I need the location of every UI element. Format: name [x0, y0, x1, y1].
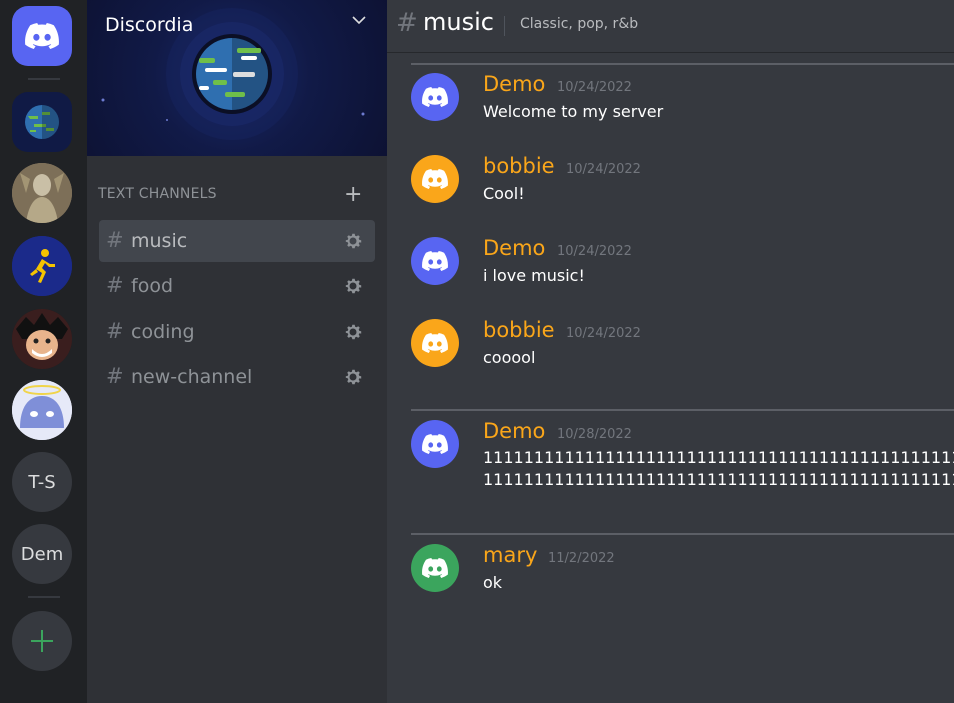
channel-panel: Discordia TEXT CHANNELS + # music # food… [87, 0, 387, 703]
hash-icon: # [106, 228, 124, 252]
server-running-man[interactable] [12, 236, 72, 296]
channel-name: music [131, 230, 188, 252]
discord-logo-icon [422, 169, 448, 189]
avatar[interactable] [411, 420, 459, 468]
message-timestamp: 10/28/2022 [557, 427, 632, 442]
gear-icon[interactable] [343, 231, 363, 251]
message-content: i love music! [483, 266, 585, 285]
chevron-down-icon[interactable] [351, 14, 367, 26]
message-content: 1111111111111111111111111111111111111111… [483, 447, 954, 491]
avatar[interactable] [411, 73, 459, 121]
message: Demo 10/28/2022 111111111111111111111111… [411, 420, 954, 500]
server-earth[interactable] [12, 92, 72, 152]
server-ts[interactable]: T-S [12, 452, 72, 512]
channel-name: coding [131, 321, 195, 343]
message-divider [411, 409, 954, 411]
channel-name: food [131, 275, 173, 297]
channel-header: # music Classic, pop, r&b [387, 0, 954, 53]
hash-icon: # [106, 319, 124, 343]
running-man-server-icon [12, 236, 72, 296]
server-rail: T-S Dem [0, 0, 87, 703]
hash-icon: # [396, 8, 418, 38]
channel-item-coding[interactable]: # coding [99, 311, 375, 353]
message-timestamp: 10/24/2022 [557, 244, 632, 259]
chat-area: # music Classic, pop, r&b Demo 10/24/202… [387, 0, 954, 703]
hash-icon: # [106, 273, 124, 297]
home-button[interactable] [12, 6, 72, 66]
avatar[interactable] [411, 155, 459, 203]
message-content: Welcome to my server [483, 102, 664, 121]
header-divider [504, 16, 505, 36]
channel-name: new-channel [131, 366, 253, 388]
server-banner: Discordia [87, 0, 387, 156]
server-anime[interactable] [12, 309, 72, 369]
message-author[interactable]: bobbie [483, 154, 555, 178]
avatar[interactable] [411, 319, 459, 367]
rail-divider [28, 596, 60, 598]
message-author[interactable]: Demo [483, 72, 545, 96]
server-name[interactable]: Discordia [105, 14, 193, 36]
message-author[interactable]: Demo [483, 420, 545, 443]
avatar[interactable] [411, 237, 459, 285]
server-dem[interactable]: Dem [12, 524, 72, 584]
channel-item-music[interactable]: # music [99, 220, 375, 262]
message-content: Cool! [483, 184, 525, 203]
message-content: cooool [483, 348, 536, 367]
message-divider [411, 533, 954, 535]
message-line: 1111111111111111111111111111111111111111… [483, 470, 954, 489]
discord-logo-icon [422, 558, 448, 578]
anime-face-server-icon [12, 309, 72, 369]
message-content: ok [483, 573, 503, 592]
add-server-button[interactable] [12, 611, 72, 671]
avatar[interactable] [411, 544, 459, 592]
server-statue[interactable] [12, 163, 72, 223]
message-divider [411, 63, 954, 65]
text-channels-header[interactable]: TEXT CHANNELS [98, 186, 217, 202]
message-author[interactable]: mary [483, 543, 537, 567]
server-discord-halo[interactable] [12, 380, 72, 440]
message-timestamp: 10/24/2022 [566, 162, 641, 177]
channel-title: music [423, 8, 494, 36]
stone-statue-server-icon [12, 163, 72, 223]
discord-logo-icon [422, 333, 448, 353]
message-line: 1111111111111111111111111111111111111111… [483, 448, 954, 467]
rail-divider [28, 78, 60, 80]
message-author[interactable]: Demo [483, 236, 545, 260]
server-dem-label: Dem [20, 543, 64, 565]
gear-icon[interactable] [343, 276, 363, 296]
earth-server-icon [25, 105, 59, 139]
message-timestamp: 10/24/2022 [566, 326, 641, 341]
message-author[interactable]: bobbie [483, 318, 555, 342]
discord-logo-icon [25, 23, 59, 49]
channel-item-food[interactable]: # food [99, 265, 375, 307]
message-timestamp: 10/24/2022 [557, 80, 632, 95]
server-ts-label: T-S [28, 471, 56, 493]
discord-logo-icon [422, 434, 448, 454]
plus-icon [31, 630, 53, 652]
gear-icon[interactable] [343, 367, 363, 387]
channel-item-new-channel[interactable]: # new-channel [99, 356, 375, 398]
add-channel-button[interactable]: + [344, 184, 362, 206]
gear-icon[interactable] [343, 322, 363, 342]
message-timestamp: 11/2/2022 [548, 551, 615, 566]
channel-topic: Classic, pop, r&b [520, 16, 639, 32]
discord-logo-icon [422, 251, 448, 271]
discord-logo-icon [422, 87, 448, 107]
discord-halo-server-icon [12, 380, 72, 440]
hash-icon: # [106, 364, 124, 388]
